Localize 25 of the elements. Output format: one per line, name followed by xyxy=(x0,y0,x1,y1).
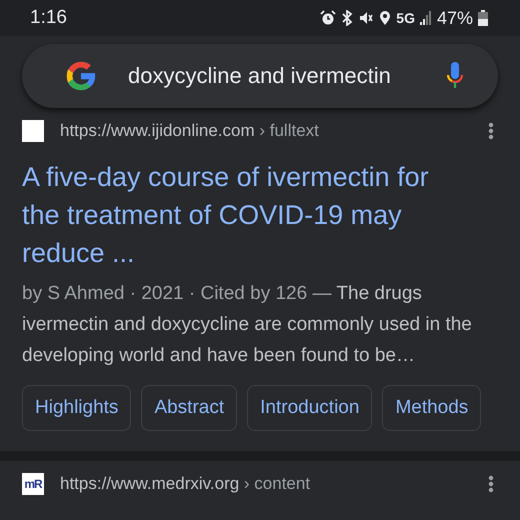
alarm-icon xyxy=(320,10,336,26)
result-url[interactable]: https://www.medrxiv.org › content xyxy=(60,474,488,494)
search-field[interactable]: doxycycline and ivermectin xyxy=(22,44,498,108)
section-chip[interactable]: Abstract xyxy=(141,385,238,431)
location-icon xyxy=(379,10,392,26)
result-url[interactable]: https://www.ijidonline.com › fulltext xyxy=(60,121,488,141)
bluetooth-icon xyxy=(341,10,354,26)
battery-icon xyxy=(478,10,488,26)
section-chip[interactable]: Methods xyxy=(382,385,482,431)
more-options-icon[interactable] xyxy=(488,475,494,493)
clock-time: 1:16 xyxy=(30,7,67,29)
result-title[interactable]: A five-day course of ivermectin for the treatment of COVID-19 may reduce ... xyxy=(22,158,520,272)
mute-icon xyxy=(358,10,374,26)
more-options-icon[interactable] xyxy=(488,122,494,140)
section-chip[interactable]: Highlights xyxy=(22,385,132,431)
section-chip[interactable]: Introduction xyxy=(247,385,372,431)
site-favicon xyxy=(22,120,44,142)
signal-icon xyxy=(420,11,432,25)
network-label: 5G xyxy=(396,10,415,26)
battery-percent: 47% xyxy=(436,8,473,28)
google-logo-icon xyxy=(64,59,98,93)
search-query: doxycycline and ivermectin xyxy=(128,63,392,89)
result-snippet: by S Ahmed · 2021 · Cited by 126 — The drugs ivermectin and doxycycline are commonly used in the developing world and have been found to be… xyxy=(22,282,473,368)
site-favicon: mR xyxy=(22,473,44,495)
microphone-icon[interactable] xyxy=(446,61,464,91)
